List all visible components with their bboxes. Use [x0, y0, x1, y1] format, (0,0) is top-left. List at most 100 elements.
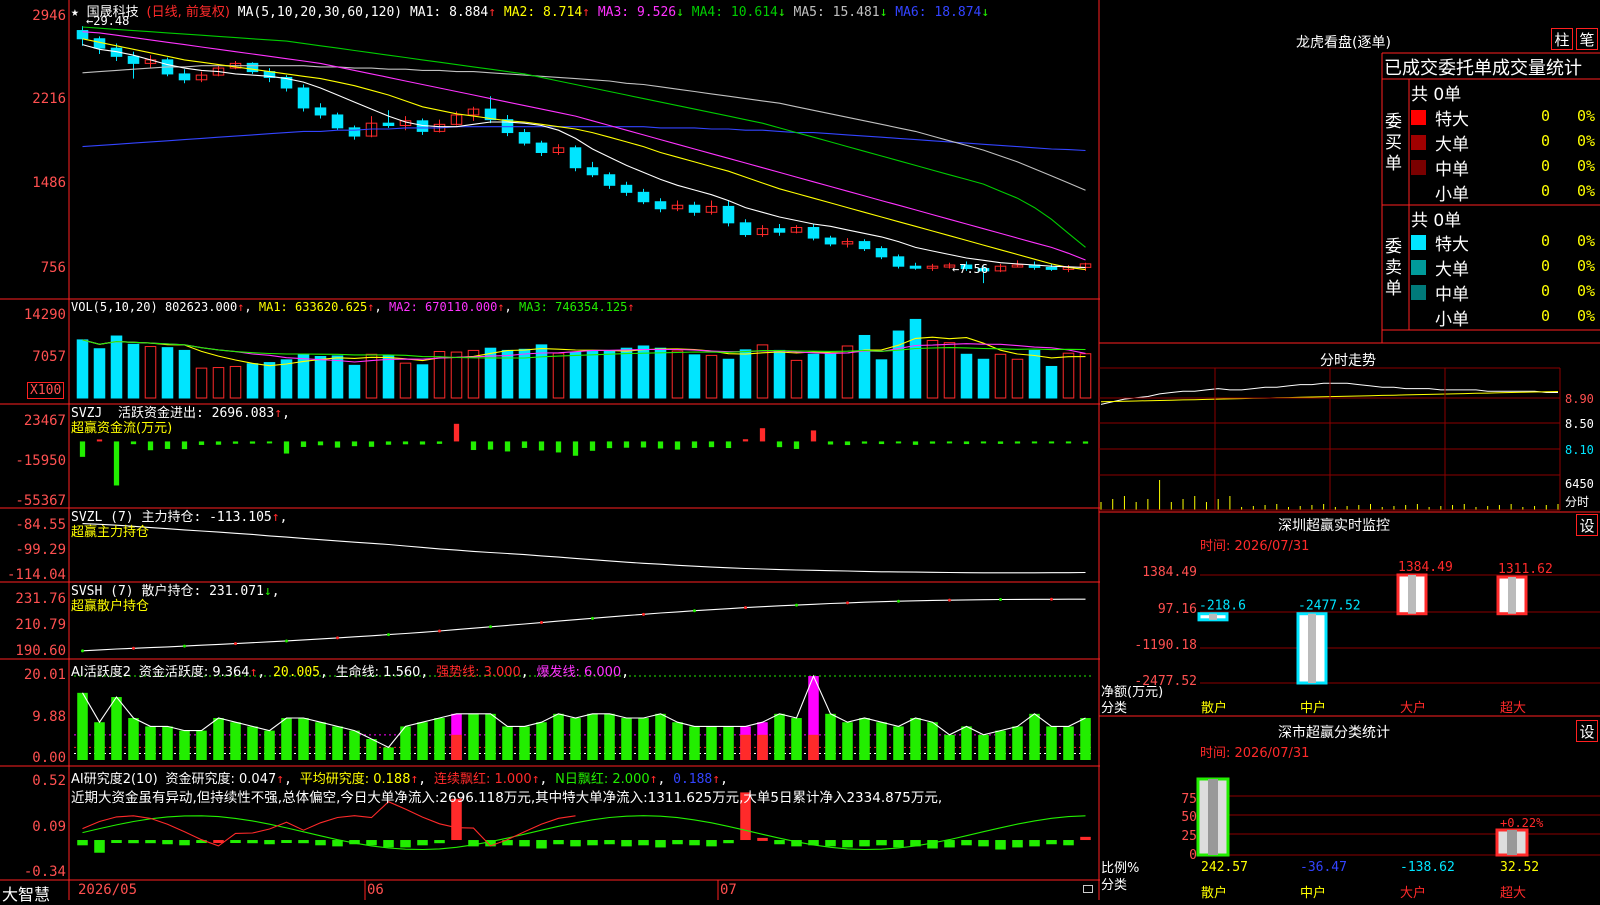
date-label: 06 — [367, 882, 384, 898]
period-mode[interactable]: (日线, 前复权) — [147, 5, 230, 20]
date-label: 2026/05 — [78, 882, 138, 898]
stats-tick: 25 — [1181, 829, 1197, 844]
lhb-title: 龙虎看盘(逐单) — [1296, 35, 1391, 51]
price-tick: 2216 — [32, 91, 66, 107]
vol-title: VOL(5,10,20) — [71, 300, 158, 314]
svsh-header: SVSH (7) 散户持仓: 231.071↓, 超赢散户持仓 — [71, 584, 280, 614]
intraday-tick: 8.90 — [1565, 392, 1594, 406]
vol-unit-button[interactable]: X100 — [27, 382, 65, 399]
legend-swatch — [1411, 285, 1426, 300]
ai1-tick: 20.01 — [23, 667, 66, 683]
svzl-header: SVZL (7) 主力持仓: -113.105↑, 超赢主力持仓 — [71, 510, 288, 540]
monitor-tick: 97.16 — [1157, 602, 1197, 617]
ai2-extra: 0.188 — [673, 772, 713, 787]
svzl-tick: -99.29 — [15, 542, 66, 558]
ai1-lifeline: 生命线: 1.560 — [335, 665, 421, 680]
monitor-settings-button[interactable]: 设 — [1576, 514, 1598, 536]
ai2-title: AI研究度2(10) — [71, 772, 158, 787]
svzj-tick: 23467 — [23, 413, 66, 429]
intraday-tick: 8.10 — [1565, 443, 1594, 457]
stats-tick: 0 — [1189, 848, 1197, 863]
row-count: 0 — [1541, 132, 1551, 150]
ma5-value: MA5: 15.481 — [793, 5, 880, 20]
ai2-tick: 0.52 — [32, 773, 66, 789]
buy-row: 特大 0 0% — [1411, 105, 1600, 130]
svzj-title: SVZJ — [71, 406, 103, 421]
sell-row: 大单 0 0% — [1411, 255, 1600, 280]
legend-swatch — [1411, 235, 1426, 250]
row-name: 特大 — [1435, 110, 1469, 130]
date-label: 07 — [720, 882, 737, 898]
bar-mode-button[interactable]: 柱 — [1551, 28, 1573, 50]
sell-row: 特大 0 0% — [1411, 230, 1600, 255]
ai1-header: AI活跃度2 资金活跃度: 9.364↑, 20.005, 生命线: 1.560… — [71, 665, 630, 680]
svzj-tick: -55367 — [15, 493, 66, 509]
ai2-nday: N日飘红: 2.000 — [555, 772, 650, 787]
stats-extra-label: +0.22% — [1500, 816, 1544, 830]
row-count: 0 — [1541, 282, 1551, 300]
monitor-title: 深圳超赢实时监控 — [1278, 518, 1390, 534]
buy-row: 小单 0 0% — [1411, 180, 1600, 205]
svsh-value: 散户持仓: 231.071 — [141, 584, 264, 599]
svzj-subtitle: 超赢资金流(万元) — [71, 421, 173, 436]
monitor-xlabel: 分类 — [1101, 701, 1128, 716]
ma3-value: MA3: 9.526 — [597, 5, 677, 20]
svzj-flow: 活跃资金进出: 2696.083 — [117, 406, 275, 421]
stats-value-label: -36.47 — [1300, 860, 1347, 875]
row-name: 小单 — [1435, 310, 1469, 330]
ma-label: MA(5,10,20,30,60,120) — [237, 5, 403, 20]
price-tick: 756 — [40, 260, 66, 276]
row-name: 大单 — [1435, 260, 1469, 280]
stats-category: 中户 — [1300, 886, 1327, 901]
vol-ma3: MA3: 746354.125 — [519, 300, 628, 314]
buy-row: 中单 0 0% — [1411, 155, 1600, 180]
stats-tick: 50 — [1181, 810, 1197, 825]
monitor-category: 散户 — [1201, 701, 1228, 716]
intraday-title: 分时走势 — [1320, 353, 1376, 369]
svsh-tick: 210.79 — [15, 617, 66, 633]
low-price-mark: ←7.56 — [952, 262, 989, 276]
ma2-value: MA2: 8.714 — [503, 5, 583, 20]
row-pct: 0% — [1577, 282, 1596, 300]
lock-icon[interactable] — [1083, 885, 1093, 893]
ai2-average: 平均研究度: 0.188 — [299, 772, 411, 787]
row-count: 0 — [1541, 232, 1551, 250]
svzl-tick: -114.04 — [6, 567, 66, 583]
price-tick: 1486 — [32, 175, 66, 191]
svsh-title: SVSH (7) — [71, 584, 134, 599]
legend-swatch — [1411, 160, 1426, 175]
ma1-value: MA1: 8.884 — [409, 5, 489, 20]
row-pct: 0% — [1577, 232, 1596, 250]
row-pct: 0% — [1577, 107, 1596, 125]
stats-category: 超大 — [1500, 886, 1527, 901]
row-count: 0 — [1541, 182, 1551, 200]
favorite-star-icon[interactable]: ★ — [71, 5, 79, 20]
sell-row: 小单 0 0% — [1411, 305, 1600, 330]
intraday-tick: 8.50 — [1565, 417, 1594, 431]
stats-tick: 75 — [1181, 792, 1197, 807]
sell-side-label: 委卖单 — [1385, 237, 1402, 299]
stats-category: 散户 — [1201, 886, 1228, 901]
row-count: 0 — [1541, 107, 1551, 125]
svzl-tick: -84.55 — [15, 517, 66, 533]
monitor-tick: 1384.49 — [1142, 565, 1197, 580]
stats-value-label: 32.52 — [1500, 860, 1540, 875]
stats-settings-button[interactable]: 设 — [1576, 720, 1598, 742]
row-name: 大单 — [1435, 135, 1469, 155]
intraday-tick: 分时 — [1565, 495, 1590, 509]
intraday-tick: 6450 — [1565, 477, 1594, 491]
svzj-header: SVZJ 活跃资金进出: 2696.083↑, 超赢资金流(万元) — [71, 406, 290, 436]
monitor-date: 时间: 2026/07/31 — [1200, 539, 1310, 554]
row-pct: 0% — [1577, 132, 1596, 150]
stats-category: 大户 — [1400, 886, 1427, 901]
row-pct: 0% — [1577, 157, 1596, 175]
svsh-tick: 231.76 — [15, 591, 66, 607]
row-name: 中单 — [1435, 285, 1469, 305]
sell-row: 中单 0 0% — [1411, 280, 1600, 305]
tick-mode-button[interactable]: 笔 — [1576, 28, 1598, 50]
brand-logo: 大智慧 — [2, 885, 51, 904]
price-tick: 2946 — [32, 8, 66, 24]
ai1-strong: 强势线: 3.000 — [436, 665, 521, 680]
svsh-subtitle: 超赢散户持仓 — [71, 599, 150, 614]
ai2-continuous: 连续飘红: 1.000 — [433, 772, 532, 787]
